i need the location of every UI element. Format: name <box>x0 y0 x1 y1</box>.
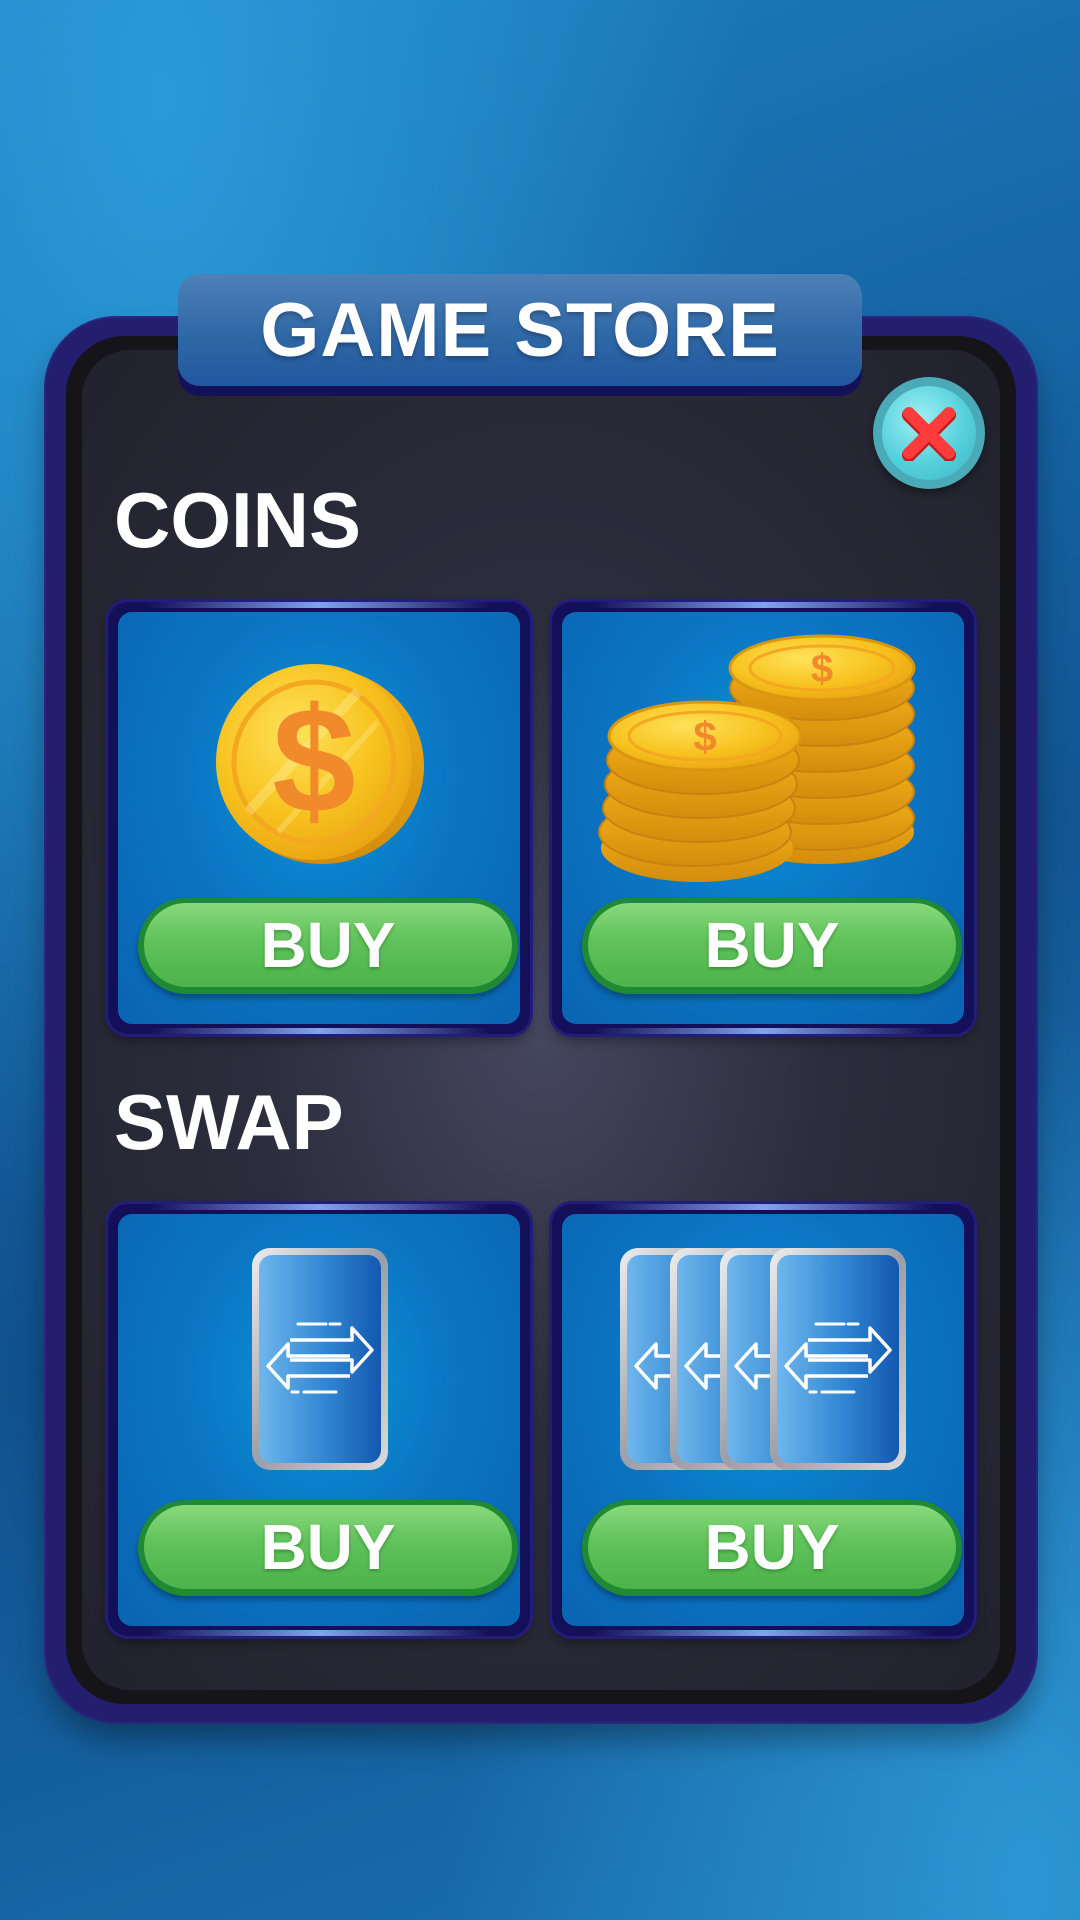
section-title-swap: SWAP <box>114 1078 344 1166</box>
card-bottom-glow <box>148 1630 490 1636</box>
buy-button-label: BUY <box>260 1511 396 1583</box>
store-item-card-swap: BUY <box>108 1204 530 1636</box>
svg-text:$: $ <box>811 647 833 691</box>
card-bottom-glow <box>148 1028 490 1034</box>
buy-button[interactable]: BUY <box>582 1500 962 1596</box>
buy-button-face: BUY <box>144 1505 512 1589</box>
card-face: $ $ BUY <box>562 612 964 1024</box>
buy-button-label: BUY <box>704 1511 840 1583</box>
buy-button[interactable]: BUY <box>582 898 962 994</box>
buy-button-face: BUY <box>144 903 512 987</box>
svg-text:$: $ <box>272 676 355 844</box>
close-button[interactable] <box>873 377 985 489</box>
card-top-glow <box>148 1204 490 1210</box>
store-item-card-swap-pack: BUY <box>552 1204 974 1636</box>
buy-button-label: BUY <box>260 909 396 981</box>
buy-button-label: BUY <box>704 909 840 981</box>
card-bottom-glow <box>592 1028 934 1034</box>
card-top-glow <box>592 602 934 608</box>
title-banner: GAME STORE <box>178 274 862 386</box>
coin-stacks-icon: $ $ <box>598 634 916 882</box>
store-item-card-coin: $ BUY <box>108 602 530 1034</box>
single-swap-card-icon <box>252 1248 388 1470</box>
card-face: BUY <box>562 1214 964 1626</box>
svg-text:$: $ <box>693 713 716 760</box>
buy-button[interactable]: BUY <box>138 898 518 994</box>
store-item-card-coin-stacks: $ $ BUY <box>552 602 974 1034</box>
store-title: GAME STORE <box>260 287 780 373</box>
swap-card-pack-icon <box>620 1248 906 1470</box>
buy-button[interactable]: BUY <box>138 1500 518 1596</box>
buy-button-face: BUY <box>588 1505 956 1589</box>
card-face: $ BUY <box>118 612 520 1024</box>
card-top-glow <box>592 1204 934 1210</box>
card-bottom-glow <box>592 1630 934 1636</box>
section-title-coins: COINS <box>114 476 362 564</box>
buy-button-face: BUY <box>588 903 956 987</box>
card-top-glow <box>148 602 490 608</box>
single-coin-icon: $ <box>216 664 424 864</box>
close-x-icon <box>902 407 956 461</box>
card-face: BUY <box>118 1214 520 1626</box>
